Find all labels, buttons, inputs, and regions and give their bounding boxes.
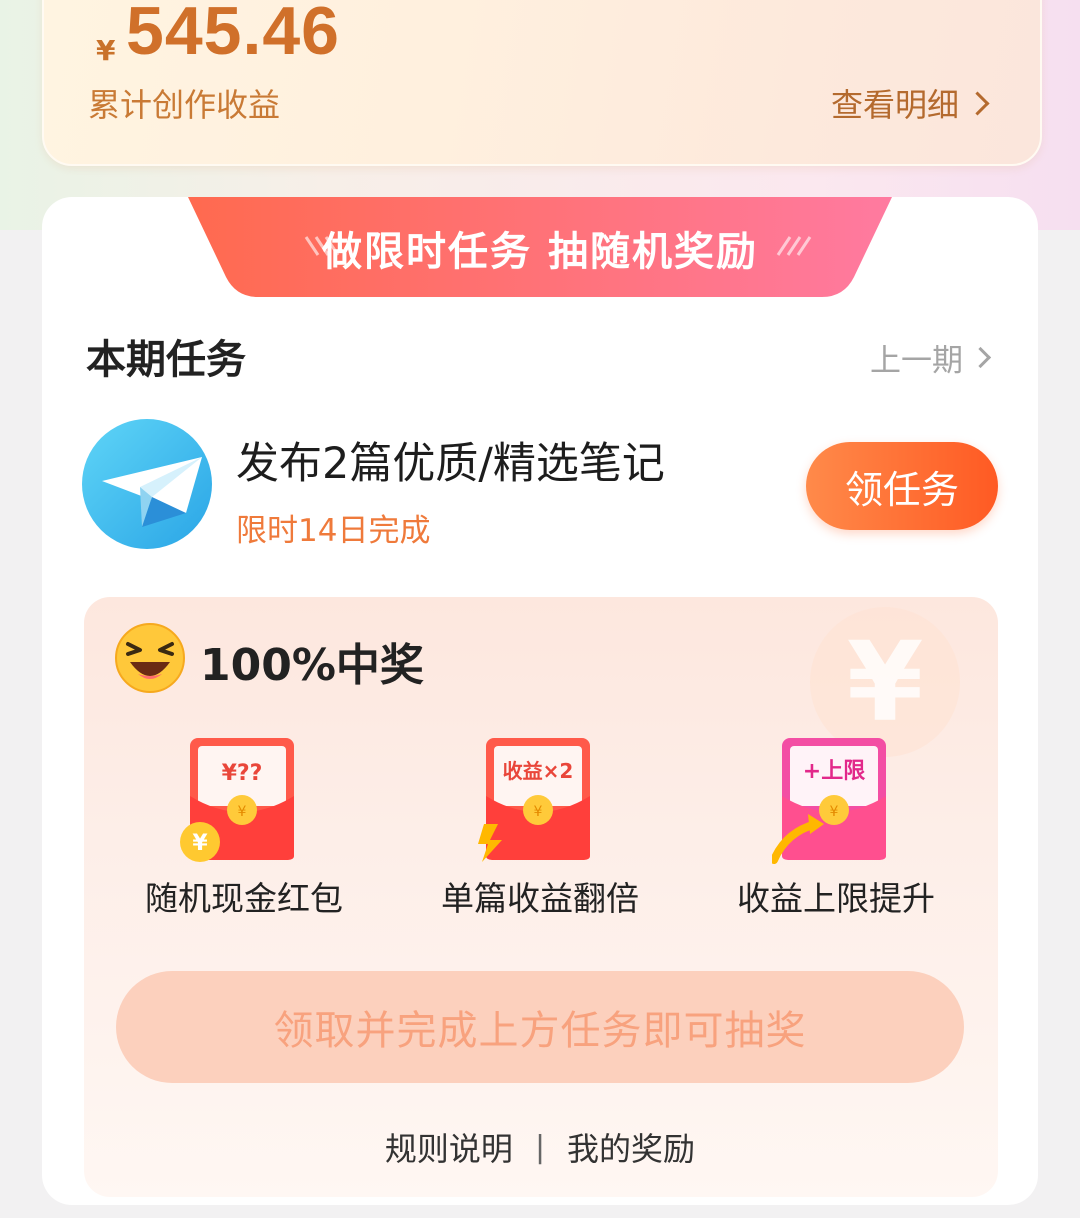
laughing-emoji-icon — [115, 623, 185, 693]
view-details-link[interactable]: 查看明细 — [830, 80, 990, 126]
coin-symbol: ¥ — [534, 804, 543, 820]
red-envelope-limit-icon: +上限 ¥ — [772, 738, 886, 864]
reward-label: 收益上限提升 — [737, 879, 935, 918]
banner-text: 做限时任务 抽随机奖励 — [322, 229, 758, 275]
promo-banner: 做限时任务 抽随机奖励 — [188, 197, 892, 297]
lottery-title: 100%中奖 — [200, 640, 424, 691]
draw-lottery-button[interactable]: 领取并完成上方任务即可抽奖 — [116, 971, 964, 1083]
red-envelope-double-icon: 收益×2 ¥ — [478, 738, 590, 862]
footer-separator: | — [534, 1129, 546, 1165]
chevron-right-icon — [965, 90, 990, 116]
task-card: 做限时任务 抽随机奖励 本期任务 上一期 发布2篇优质/精选笔记 限时14日完成… — [42, 197, 1038, 1205]
envelope-card-text: +上限 — [803, 759, 865, 784]
view-details-label: 查看明细 — [830, 86, 959, 124]
previous-period-link[interactable]: 上一期 — [870, 335, 992, 380]
currency-symbol: ¥ — [96, 34, 116, 67]
red-envelope-cash-icon: ¥?? ¥ ¥ — [180, 738, 294, 862]
paper-plane-icon — [82, 419, 212, 549]
reward-label: 随机现金红包 — [145, 879, 343, 918]
task-title: 发布2篇优质/精选笔记 — [236, 439, 665, 489]
rules-link[interactable]: 规则说明 — [385, 1124, 513, 1170]
envelope-card-text: 收益×2 — [503, 759, 574, 783]
reward-limit-envelope: +上限 ¥ 收益上限提升 — [716, 732, 956, 932]
claim-task-button[interactable]: 领任务 — [806, 442, 998, 530]
section-title: 本期任务 — [86, 337, 246, 383]
chevron-right-icon — [969, 346, 992, 369]
coin-symbol: ¥ — [192, 831, 208, 856]
reward-cash-envelope: ¥?? ¥ ¥ 随机现金红包 — [124, 732, 364, 932]
lottery-panel: ¥ 100%中奖 ¥?? ¥ ¥ 随机现金红包 收益×2 ¥ 单篇收益翻倍 +上… — [84, 597, 998, 1197]
previous-period-label: 上一期 — [870, 343, 963, 379]
my-rewards-link[interactable]: 我的奖励 — [567, 1124, 695, 1170]
earnings-label: 累计创作收益 — [88, 86, 281, 124]
coin-symbol: ¥ — [830, 804, 839, 820]
reward-label: 单篇收益翻倍 — [441, 879, 639, 918]
coin-symbol: ¥ — [238, 804, 247, 820]
footer-links: 规则说明 | 我的奖励 — [42, 1117, 1038, 1177]
task-deadline: 限时14日完成 — [236, 513, 431, 549]
envelope-card-text: ¥?? — [222, 761, 263, 786]
earnings-amount: 545.46 — [126, 0, 340, 69]
reward-double-envelope: 收益×2 ¥ 单篇收益翻倍 — [420, 732, 660, 932]
